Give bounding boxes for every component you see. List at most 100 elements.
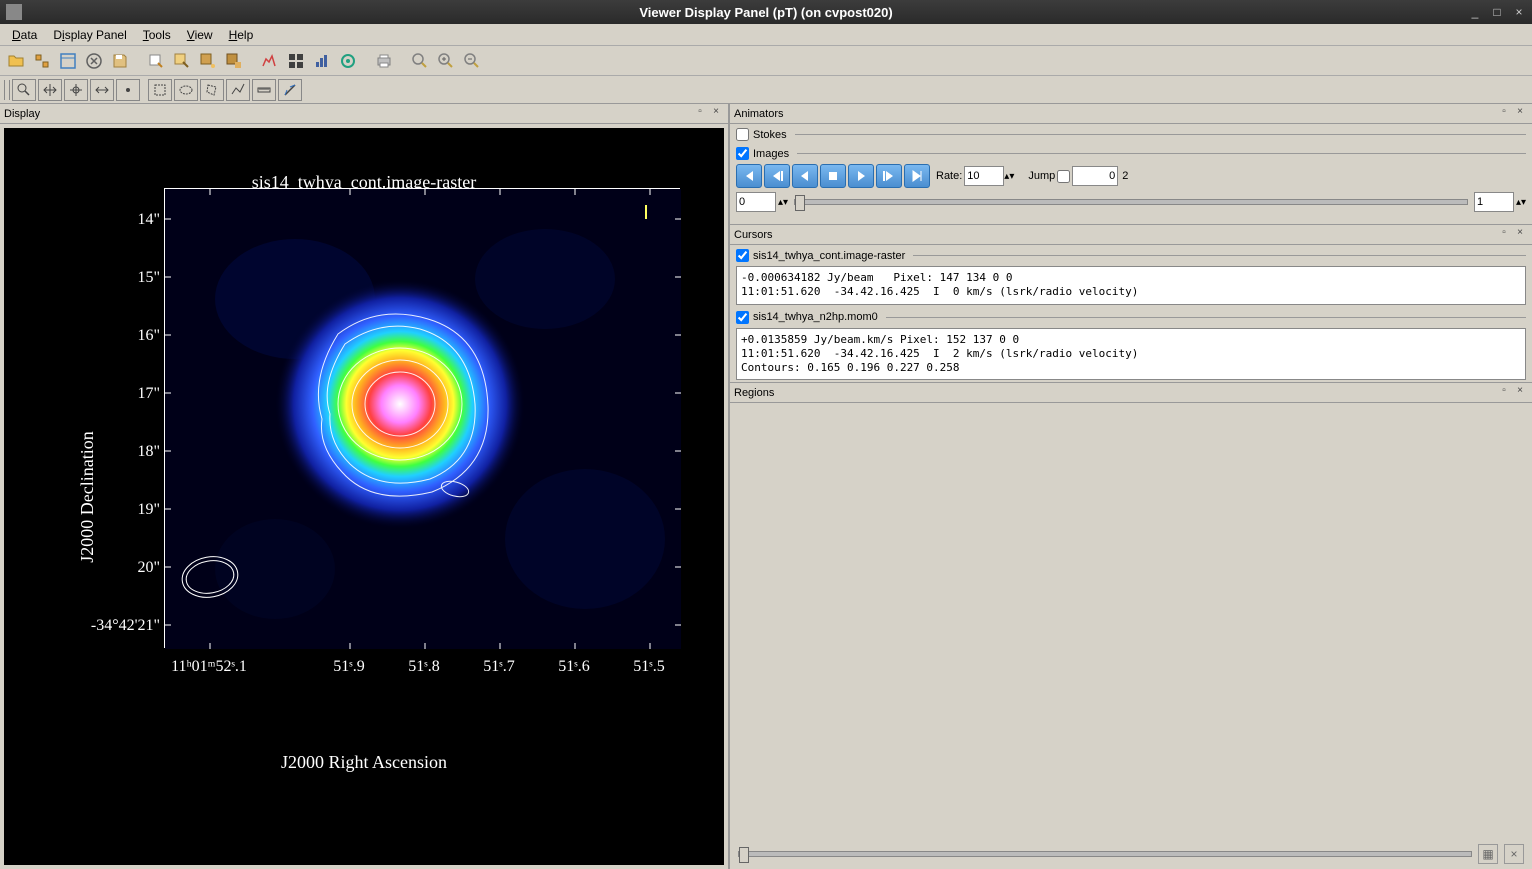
jump-label: Jump	[1028, 170, 1055, 182]
cursor2-data: +0.0135859 Jy/beam.km/s Pixel: 152 137 0…	[736, 328, 1526, 381]
cursor-marker	[645, 205, 647, 219]
print-button[interactable]	[372, 49, 396, 73]
close-data-button[interactable]	[82, 49, 106, 73]
plot-ylabel: J2000 Declination	[77, 431, 98, 562]
titlebar: Viewer Display Panel (pT) (on cvpost020)…	[0, 0, 1532, 24]
region-picker-button[interactable]	[196, 49, 220, 73]
jump-max: 2	[1122, 170, 1128, 182]
xtick-4: 51ˢ.6	[558, 658, 589, 676]
images-checkbox[interactable]	[736, 147, 749, 160]
beam-ellipse	[175, 547, 245, 607]
save-button[interactable]	[108, 49, 132, 73]
zoom-tool[interactable]	[12, 79, 36, 101]
cursors-title: Cursors	[734, 229, 1496, 241]
regions-delete-button[interactable]: ×	[1504, 844, 1524, 864]
jump-checkbox[interactable]	[1057, 170, 1070, 183]
poly-region-tool[interactable]	[200, 79, 224, 101]
open-file-button[interactable]	[4, 49, 28, 73]
cursors-undock-button[interactable]: ▫	[1496, 227, 1512, 243]
region-adjust-button[interactable]	[170, 49, 194, 73]
anim-rev-play-button[interactable]	[764, 164, 790, 188]
stokes-label: Stokes	[753, 129, 787, 141]
ytick-7: -34°42'21"	[48, 617, 160, 635]
regions-slider[interactable]	[738, 851, 1472, 857]
toolbar-main	[0, 46, 1532, 76]
regions-close-button[interactable]: ×	[1512, 385, 1528, 401]
plot-frame	[164, 188, 680, 648]
cursor1-checkbox[interactable]	[736, 249, 749, 262]
minimize-button[interactable]: _	[1466, 3, 1484, 21]
rate-label: Rate:	[936, 170, 962, 182]
pan-tool[interactable]	[38, 79, 62, 101]
jump-input[interactable]	[1072, 166, 1118, 186]
close-button[interactable]: ×	[1510, 3, 1528, 21]
cursor1-label: sis14_twhya_cont.image-raster	[753, 250, 905, 262]
menu-display-panel[interactable]: Display Panel	[45, 26, 134, 44]
display-panel-title: Display	[4, 108, 692, 120]
ytick-3: 17"	[104, 385, 160, 403]
animators-title: Animators	[734, 108, 1496, 120]
new-region-button[interactable]	[144, 49, 168, 73]
zoom-in-button[interactable]	[434, 49, 458, 73]
ytick-5: 19"	[104, 501, 160, 519]
register-button[interactable]	[30, 49, 54, 73]
regions-undock-button[interactable]: ▫	[1496, 385, 1512, 401]
pv-tool[interactable]	[278, 79, 302, 101]
frame-end-input[interactable]	[1474, 192, 1514, 212]
menu-view[interactable]: View	[179, 26, 221, 44]
animators-undock-button[interactable]: ▫	[1496, 106, 1512, 122]
images-label: Images	[753, 148, 789, 160]
stretch-tool[interactable]	[90, 79, 114, 101]
maximize-button[interactable]: □	[1488, 3, 1506, 21]
region-box-button[interactable]	[222, 49, 246, 73]
anim-step-fwd-button[interactable]	[848, 164, 874, 188]
anim-play-button[interactable]	[876, 164, 902, 188]
moments-button[interactable]	[284, 49, 308, 73]
xtick-2: 51ˢ.8	[408, 658, 439, 676]
xtick-0: 11ʰ01ᵐ52ˢ.1	[171, 658, 247, 676]
anim-step-back-button[interactable]	[792, 164, 818, 188]
menu-tools[interactable]: Tools	[135, 26, 179, 44]
zoom-out-button[interactable]	[460, 49, 484, 73]
menu-data[interactable]: Data	[4, 26, 45, 44]
display-panel-header: Display ▫ ×	[0, 104, 728, 124]
polyline-tool[interactable]	[226, 79, 250, 101]
display-area[interactable]: sis14_twhya_cont.image-raster J2000 Decl…	[4, 128, 724, 865]
animators-close-button[interactable]: ×	[1512, 106, 1528, 122]
panel-button[interactable]	[56, 49, 80, 73]
ytick-6: 20"	[104, 559, 160, 577]
regions-grid-button[interactable]: ▦	[1478, 844, 1498, 864]
ytick-2: 16"	[104, 327, 160, 345]
cursors-panel-header: Cursors ▫ ×	[730, 225, 1532, 245]
crosshair-tool[interactable]	[64, 79, 88, 101]
display-undock-button[interactable]: ▫	[692, 106, 708, 122]
source-image	[260, 264, 540, 544]
histogram-button[interactable]	[310, 49, 334, 73]
fit-button[interactable]	[336, 49, 360, 73]
rect-region-tool[interactable]	[148, 79, 172, 101]
cursors-close-button[interactable]: ×	[1512, 227, 1528, 243]
anim-last-button[interactable]	[904, 164, 930, 188]
stokes-checkbox[interactable]	[736, 128, 749, 141]
regions-panel-header: Regions ▫ ×	[730, 383, 1532, 403]
ruler-tool[interactable]	[252, 79, 276, 101]
cursor1-data: -0.000634182 Jy/beam Pixel: 147 134 0 0 …	[736, 266, 1526, 305]
xtick-5: 51ˢ.5	[633, 658, 664, 676]
ellipse-region-tool[interactable]	[174, 79, 198, 101]
window-title: Viewer Display Panel (pT) (on cvpost020)	[639, 5, 892, 20]
plot-xlabel: J2000 Right Ascension	[4, 752, 724, 773]
anim-stop-button[interactable]	[820, 164, 846, 188]
frame-start-input[interactable]	[736, 192, 776, 212]
cursor2-checkbox[interactable]	[736, 311, 749, 324]
zoom-unknown1-button[interactable]	[408, 49, 432, 73]
point-tool[interactable]	[116, 79, 140, 101]
profile-button[interactable]	[258, 49, 282, 73]
rate-input[interactable]	[964, 166, 1004, 186]
regions-body	[730, 403, 1532, 839]
cursor2-label: sis14_twhya_n2hp.mom0	[753, 311, 878, 323]
menu-help[interactable]: Help	[221, 26, 262, 44]
display-close-button[interactable]: ×	[708, 106, 724, 122]
anim-first-button[interactable]	[736, 164, 762, 188]
frame-slider[interactable]	[794, 199, 1468, 205]
menubar: Data Display Panel Tools View Help	[0, 24, 1532, 46]
